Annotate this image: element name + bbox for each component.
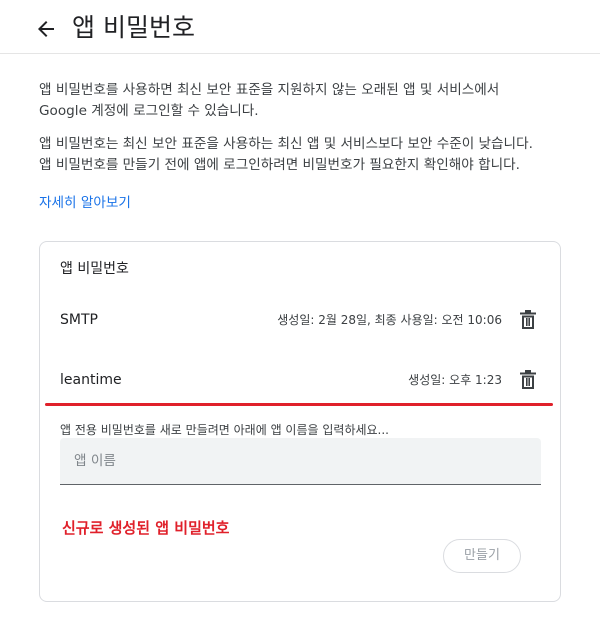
create-hint: 앱 전용 비밀번호를 새로 만들려면 아래에 앱 이름을 입력하세요... [60,423,390,437]
password-name: SMTP [60,312,98,328]
password-name: leantime [60,372,122,388]
top-bar: 앱 비밀번호 [0,0,600,54]
delete-button[interactable] [518,369,538,391]
app-name-input[interactable] [60,438,541,484]
learn-more-link[interactable]: 자세히 알아보기 [39,193,131,214]
back-button[interactable] [34,17,58,41]
password-row: SMTP 생성일: 2월 28일, 최종 사용일: 오전 10:06 [40,300,560,340]
password-meta: 생성일: 오후 1:23 [408,373,502,387]
card-title: 앱 비밀번호 [60,261,129,277]
page-title: 앱 비밀번호 [72,13,195,42]
trash-icon [520,370,536,389]
intro-paragraph-1: 앱 비밀번호를 사용하면 최신 보안 표준을 지원하지 않는 오래된 앱 및 서… [39,82,500,119]
delete-button[interactable] [518,309,538,331]
password-meta: 생성일: 2월 28일, 최종 사용일: 오전 10:06 [277,313,502,327]
annotation-underline [45,403,553,406]
create-button[interactable]: 만들기 [443,539,521,573]
app-name-field [60,438,541,485]
app-passwords-card: 앱 비밀번호 SMTP 생성일: 2월 28일, 최종 사용일: 오전 10:0… [39,241,561,602]
password-row: leantime 생성일: 오후 1:23 [40,360,560,400]
intro-paragraph-2: 앱 비밀번호는 최신 보안 표준을 사용하는 최신 앱 및 서비스보다 보안 수… [39,136,533,173]
trash-icon [520,310,536,329]
arrow-left-icon [38,21,54,37]
annotation-label: 신규로 생성된 앱 비밀번호 [62,519,230,537]
